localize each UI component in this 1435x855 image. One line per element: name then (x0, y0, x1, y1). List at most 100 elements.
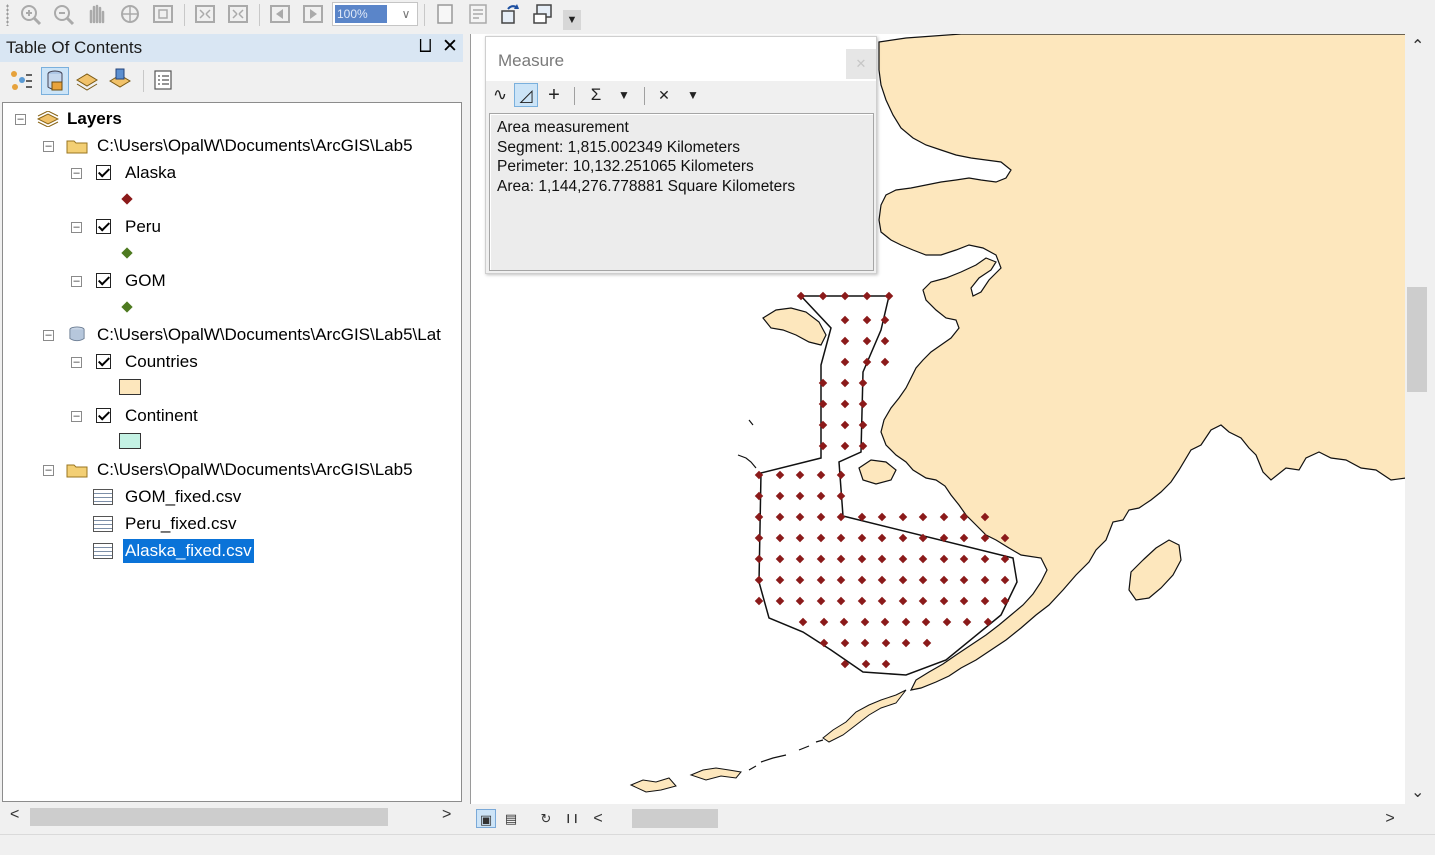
chevron-down-icon[interactable]: ∨ (395, 3, 417, 25)
collapse-icon[interactable]: – (43, 330, 54, 341)
tree-node-layer[interactable]: – Alaska (3, 161, 461, 185)
full-extent-icon[interactable] (117, 2, 143, 26)
tree-node-layer[interactable]: – Continent (3, 404, 461, 428)
scroll-thumb[interactable] (1407, 287, 1427, 392)
scroll-right-icon[interactable]: > (1380, 809, 1400, 828)
scroll-right-icon[interactable]: > (442, 806, 451, 824)
scroll-up-icon[interactable]: ⌃ (1411, 36, 1424, 56)
map-point (877, 596, 887, 606)
tree-node-layers[interactable]: – Layers (3, 107, 461, 131)
forward-icon[interactable] (300, 2, 326, 26)
measure-feature-icon[interactable]: + (542, 83, 566, 107)
tree-node-database[interactable]: – C:\Users\OpalW\Documents\ArcGIS\Lab5\L… (3, 323, 461, 347)
toolbar-grip[interactable] (6, 4, 9, 26)
land-polygon-aleutians (822, 689, 907, 743)
layer-label: Continent (125, 406, 198, 425)
map-point (818, 420, 828, 430)
map-point (959, 554, 969, 564)
map-point (754, 575, 764, 585)
map-point (775, 575, 785, 585)
map-point (840, 399, 850, 409)
measure-perimeter: Perimeter: 10,132.251065 Kilometers (497, 158, 754, 175)
list-by-selection-icon[interactable] (107, 67, 135, 95)
refresh-button[interactable]: ↻ (536, 809, 556, 828)
toolbar-overflow-button[interactable]: ▼ (563, 10, 581, 30)
fixed-zoom-icon[interactable] (150, 2, 176, 26)
clear-icon[interactable]: ✕ (652, 83, 676, 107)
tree-node-layer[interactable]: – GOM (3, 269, 461, 293)
collapse-icon[interactable]: – (15, 114, 26, 125)
pan-icon[interactable] (84, 2, 110, 26)
tree-node-table[interactable]: GOM_fixed.csv (3, 485, 461, 509)
collapse-icon[interactable]: – (71, 168, 82, 179)
map-point (795, 470, 805, 480)
zoom-level-value[interactable]: 100% (335, 5, 387, 23)
zoom-out-fixed-icon[interactable] (225, 2, 251, 26)
back-icon[interactable] (267, 2, 293, 26)
measure-line-icon[interactable]: ∿ (488, 83, 512, 107)
zoom-in-fixed-icon[interactable] (192, 2, 218, 26)
chevron-down-icon[interactable]: ▼ (681, 83, 705, 107)
pause-drawing-button[interactable]: ❙❙ (562, 809, 582, 828)
page-icon[interactable] (432, 2, 458, 26)
collapse-icon[interactable]: – (71, 276, 82, 287)
close-icon[interactable]: ✕ (846, 49, 876, 79)
collapse-icon[interactable]: – (43, 141, 54, 152)
close-icon[interactable]: ✕ (442, 35, 458, 58)
refresh-icon[interactable] (498, 2, 524, 26)
land-polygon-aleutians (689, 767, 742, 781)
toc-title: Table Of Contents (6, 38, 143, 57)
tree-node-layer[interactable]: – Peru (3, 215, 461, 239)
zoom-in-icon[interactable] (18, 2, 44, 26)
measure-area-icon[interactable]: ◿ (514, 83, 538, 107)
tree-node-table-selected[interactable]: Alaska_fixed.csv (3, 539, 461, 563)
map-point (857, 596, 867, 606)
map-point (858, 441, 868, 451)
table-label: GOM_fixed.csv (125, 487, 242, 506)
toggle-icon[interactable] (465, 2, 491, 26)
collapse-icon[interactable]: – (71, 222, 82, 233)
scroll-down-icon[interactable]: ⌄ (1411, 782, 1424, 802)
map-point (840, 441, 850, 451)
list-by-drawing-order-icon[interactable] (8, 67, 36, 95)
layer-visibility-checkbox[interactable] (96, 165, 111, 180)
database-icon (69, 326, 85, 342)
tree-node-folder-lab5[interactable]: – C:\Users\OpalW\Documents\ArcGIS\Lab5 (3, 458, 461, 482)
toc-horizontal-scrollbar[interactable]: < > (2, 805, 460, 827)
zoom-out-icon[interactable] (51, 2, 77, 26)
map-point (775, 491, 785, 501)
layer-visibility-checkbox[interactable] (96, 273, 111, 288)
map-point (1000, 596, 1010, 606)
layer-visibility-checkbox[interactable] (96, 219, 111, 234)
map-point (918, 575, 928, 585)
pin-icon[interactable]: ⨆ (419, 37, 432, 55)
scroll-thumb[interactable] (632, 809, 718, 828)
map-point (862, 315, 872, 325)
tree-node-table[interactable]: Peru_fixed.csv (3, 512, 461, 536)
scroll-left-icon[interactable]: < (10, 806, 19, 824)
collapse-icon[interactable]: – (71, 357, 82, 368)
layer-visibility-checkbox[interactable] (96, 354, 111, 369)
point-symbol-icon (121, 193, 133, 205)
measure-segment: Segment: 1,815.002349 Kilometers (497, 138, 740, 156)
collapse-icon[interactable]: – (43, 465, 54, 476)
tree-node-layer[interactable]: – Countries (3, 350, 461, 374)
list-by-source-icon[interactable] (41, 67, 69, 95)
scroll-thumb[interactable] (30, 808, 388, 826)
layout-view-button[interactable]: ▤ (501, 809, 521, 828)
zoom-level-combo[interactable]: 100% ∨ (332, 2, 418, 26)
collapse-icon[interactable]: – (71, 411, 82, 422)
tree-node-folder-lab5[interactable]: – C:\Users\OpalW\Documents\ArcGIS\Lab5 (3, 134, 461, 158)
tools-icon[interactable] (531, 2, 557, 26)
scroll-left-icon[interactable]: < (588, 809, 608, 828)
database-path: C:\Users\OpalW\Documents\ArcGIS\Lab5\Lat (97, 325, 441, 344)
map-vertical-scrollbar[interactable]: ⌃ ⌄ (1405, 34, 1430, 804)
layer-visibility-checkbox[interactable] (96, 408, 111, 423)
options-icon[interactable] (150, 67, 178, 95)
sum-icon[interactable]: Σ (584, 83, 608, 107)
map-point (880, 617, 890, 627)
chevron-down-icon[interactable]: ▼ (612, 83, 636, 107)
list-by-visibility-icon[interactable] (74, 67, 102, 95)
measure-titlebar[interactable]: Measure ✕ (486, 37, 876, 81)
data-view-button[interactable]: ▣ (476, 809, 496, 828)
